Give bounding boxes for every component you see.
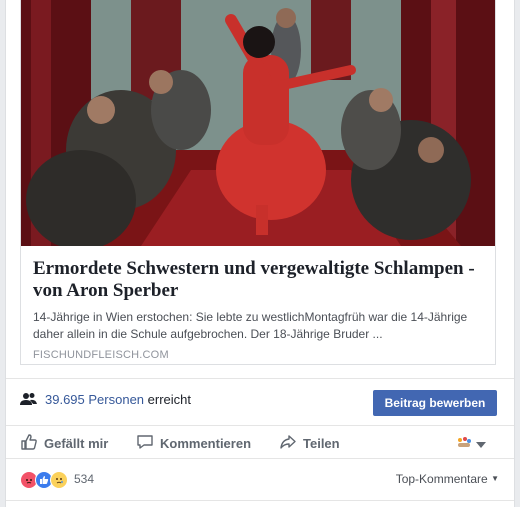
comment-label: Kommentieren — [160, 436, 252, 451]
comment-button[interactable]: Kommentieren — [136, 433, 251, 454]
reactions-bar: 534 Top-Kommentare ▼ — [6, 459, 514, 501]
article-title[interactable]: Ermordete Schwestern und vergewaltigte S… — [33, 258, 483, 302]
reach-count-link[interactable]: 39.695 Personen — [45, 392, 144, 407]
comment-icon — [136, 433, 154, 454]
page-avatar-icon — [456, 435, 472, 454]
article-description: 14-Jährige in Wien erstochen: Sie lebte … — [33, 310, 468, 341]
reach-summary: 39.695 Personen erreicht — [45, 392, 191, 407]
link-preview-card[interactable]: Ermordete Schwestern und vergewaltigte S… — [20, 0, 496, 365]
post-actions: Gefällt mir Kommentieren Teilen — [6, 426, 514, 459]
share-label: Teilen — [303, 436, 340, 451]
article-domain: FISCHUNDFLEISCH.COM — [33, 349, 169, 361]
caret-down-icon: ▼ — [491, 474, 499, 483]
link-card-body: Ermordete Schwestern und vergewaltigte S… — [21, 246, 495, 361]
post-as-selector[interactable] — [456, 435, 486, 454]
reach-bar: 39.695 Personen erreicht Beitrag bewerbe… — [6, 378, 514, 426]
reach-reached-label: erreicht — [147, 392, 192, 407]
reach-count: 39.695 — [45, 392, 85, 407]
reaction-count[interactable]: 534 — [74, 472, 94, 486]
reach-people-label: Personen — [88, 392, 145, 407]
people-icon — [20, 392, 38, 411]
like-button[interactable]: Gefällt mir — [20, 433, 108, 454]
article-photo[interactable] — [21, 0, 495, 246]
post: Ermordete Schwestern und vergewaltigte S… — [5, 0, 515, 507]
thumbs-up-icon — [20, 433, 38, 454]
reaction-icons[interactable] — [20, 471, 68, 489]
comment-sort-dropdown[interactable]: Top-Kommentare ▼ — [396, 472, 499, 486]
share-button[interactable]: Teilen — [279, 433, 340, 454]
share-arrow-icon — [279, 433, 297, 454]
comment-sort-label: Top-Kommentare — [395, 472, 488, 486]
sad-reaction-icon — [50, 471, 68, 489]
chevron-down-icon — [476, 436, 486, 454]
dancer-photo-illustration — [21, 0, 495, 246]
promote-post-button[interactable]: Beitrag bewerben — [373, 390, 497, 416]
like-label: Gefällt mir — [44, 436, 109, 451]
